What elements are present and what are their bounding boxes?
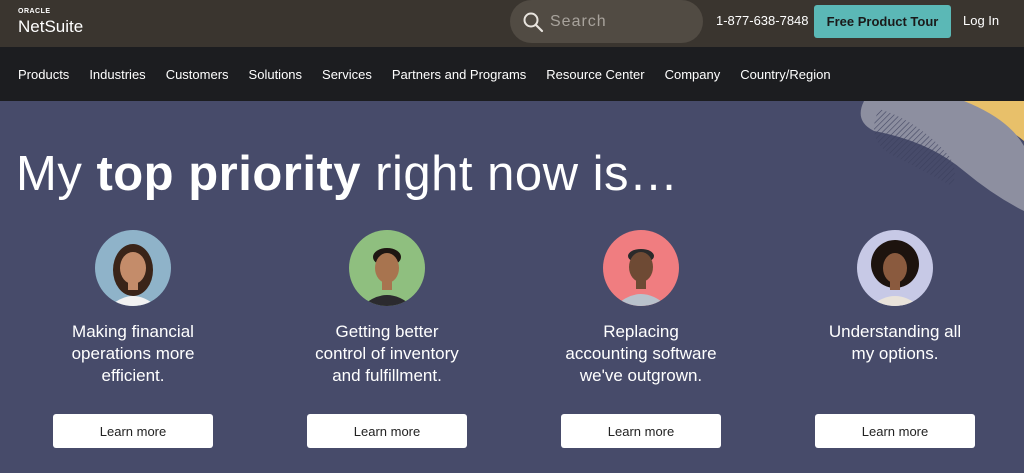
hero-headline: My top priority right now is…	[16, 146, 678, 202]
nav-item-solutions[interactable]: Solutions	[249, 67, 302, 82]
card-description: Understanding all my options.	[828, 322, 962, 363]
search-input[interactable]	[550, 10, 695, 34]
headline-suffix: right now is…	[361, 147, 679, 201]
nav-item-industries[interactable]: Industries	[89, 67, 145, 82]
main-nav: Products Industries Customers Solutions …	[0, 47, 1024, 101]
avatar-man-icon	[349, 230, 425, 306]
avatar	[603, 230, 679, 306]
headline-prefix: My	[16, 147, 97, 201]
nav-item-services[interactable]: Services	[322, 67, 372, 82]
card-description: Getting better control of inventory and …	[315, 322, 459, 385]
avatar	[349, 230, 425, 306]
phone-number[interactable]: 1-877-638-7848	[716, 13, 809, 28]
logo-oracle-text: ORACLE	[18, 8, 51, 15]
card-description: Replacing accounting software we've outg…	[565, 322, 717, 385]
search-icon[interactable]	[522, 11, 544, 33]
search-box[interactable]	[510, 0, 703, 43]
avatar-man-icon	[603, 230, 679, 306]
learn-more-button[interactable]: Learn more	[307, 414, 467, 448]
login-link[interactable]: Log In	[963, 13, 999, 28]
avatar-woman-icon	[95, 230, 171, 306]
free-product-tour-button[interactable]: Free Product Tour	[814, 5, 951, 38]
decorative-shape	[860, 101, 1024, 211]
avatar	[95, 230, 171, 306]
nav-item-company[interactable]: Company	[665, 67, 721, 82]
nav-item-partners-and-programs[interactable]: Partners and Programs	[392, 67, 526, 82]
netsuite-logo[interactable]: ORACLE NetSuite	[18, 8, 83, 38]
priority-card-accounting: Replacing accounting software we've outg…	[514, 230, 768, 450]
priority-card-financial: Making financial operations more efficie…	[6, 230, 260, 450]
nav-item-customers[interactable]: Customers	[166, 67, 229, 82]
avatar	[857, 230, 933, 306]
learn-more-button[interactable]: Learn more	[561, 414, 721, 448]
nav-item-resource-center[interactable]: Resource Center	[546, 67, 644, 82]
headline-bold: top priority	[96, 147, 362, 201]
nav-item-products[interactable]: Products	[18, 67, 69, 82]
logo-netsuite-text: NetSuite	[18, 17, 84, 36]
learn-more-button[interactable]: Learn more	[815, 414, 975, 448]
card-description: Making financial operations more efficie…	[71, 322, 195, 385]
learn-more-button[interactable]: Learn more	[53, 414, 213, 448]
avatar-woman-icon	[857, 230, 933, 306]
priority-card-inventory: Getting better control of inventory and …	[260, 230, 514, 450]
priority-card-options: Understanding all my options. Learn more	[768, 230, 1022, 450]
nav-item-country-region[interactable]: Country/Region	[740, 67, 830, 82]
top-bar: ORACLE NetSuite 1-877-638-7848 Free Prod…	[0, 0, 1024, 47]
